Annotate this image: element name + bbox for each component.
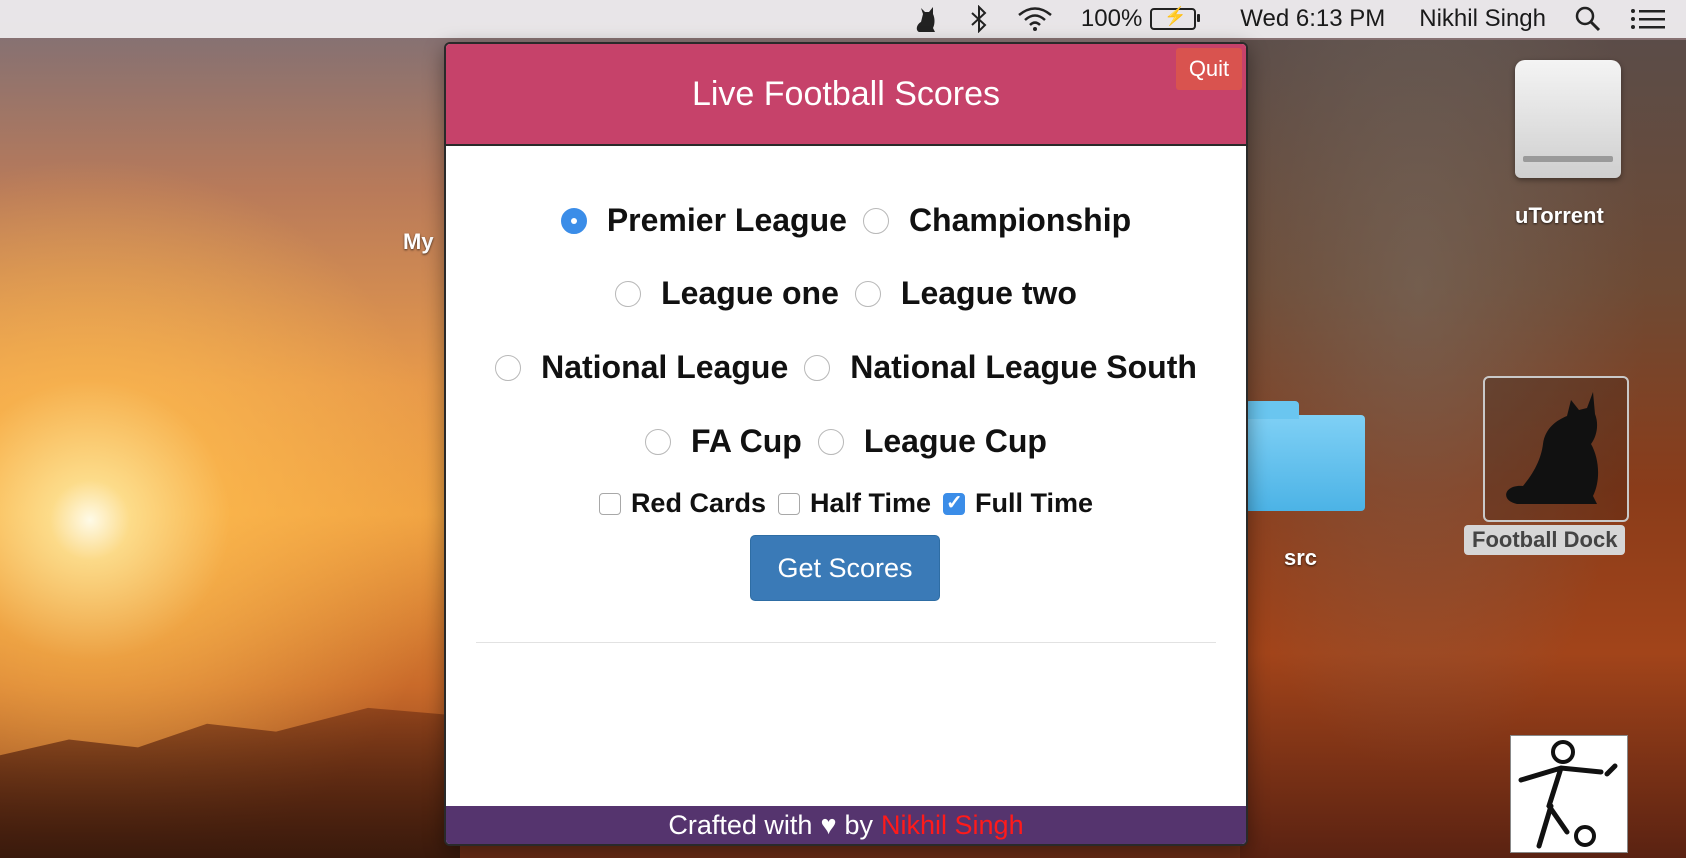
app-header: Live Football Scores Quit [446,44,1246,146]
league-row-4: FA Cup League Cup [446,423,1246,460]
league-label: Championship [908,202,1132,238]
league-option-league-one[interactable]: League one [615,275,839,312]
radio-button[interactable] [862,207,889,234]
radio-button[interactable] [560,207,587,234]
footer-prefix: Crafted with [668,809,813,840]
src-folder-label[interactable]: src [1284,545,1317,571]
user-name[interactable]: Nikhil Singh [1419,5,1546,33]
league-row-1: Premier League Championship [446,202,1246,239]
football-scores-window: Live Football Scores Quit Premier League… [444,42,1248,846]
league-option-championship[interactable]: Championship [862,202,1132,239]
cat-silhouette-icon [1506,392,1599,504]
league-option-premier-league[interactable]: Premier League [560,202,847,239]
radio-button[interactable] [817,428,844,455]
option-label: Full Time [975,488,1094,518]
league-option-national-league[interactable]: National League [495,349,788,386]
radio-button[interactable] [854,280,881,307]
battery-percent: 100% [1080,5,1143,32]
option-half-time[interactable]: Half Time [777,488,932,519]
league-label: League Cup [863,423,1047,459]
heart-icon: ♥ [820,809,837,840]
checkbox[interactable] [598,492,621,515]
checkbox[interactable] [777,492,800,515]
notification-list-icon[interactable] [1630,7,1666,31]
wallpaper-hill [0,707,460,858]
radio-button[interactable] [495,354,522,381]
league-option-national-league-south[interactable]: National League South [804,349,1197,386]
wifi-icon[interactable] [1017,6,1053,32]
utorrent-label[interactable]: uTorrent [1515,203,1604,229]
app-title: Live Football Scores [691,74,1001,113]
author-link[interactable]: Nikhil Singh [881,810,1024,841]
src-folder-icon[interactable] [1245,401,1365,511]
league-label: League two [900,275,1077,311]
bluetooth-icon[interactable] [969,5,989,33]
option-full-time[interactable]: Full Time [943,488,1093,519]
league-label: Premier League [606,202,847,238]
football-dock-icon[interactable] [1483,376,1629,522]
clock[interactable]: Wed 6:13 PM [1240,5,1385,33]
checkbox[interactable] [943,490,966,515]
option-label: Half Time [809,488,932,518]
league-label: National League [541,349,789,385]
battery-status[interactable]: 100% ⚡ [1080,5,1201,33]
league-option-fa-cup[interactable]: FA Cup [645,423,802,460]
league-label: FA Cup [691,423,802,459]
get-scores-button[interactable]: Get Scores [750,535,940,601]
league-row-3: National League National League South [446,349,1246,386]
league-option-league-cup[interactable]: League Cup [817,423,1047,460]
radio-button[interactable] [645,428,672,455]
league-label: League one [661,275,839,311]
league-label: National League South [850,349,1197,385]
spotlight-search-icon[interactable] [1574,5,1602,33]
menu-bar: 100% ⚡ Wed 6:13 PM Nikhil Singh [0,0,1686,38]
league-option-league-two[interactable]: League two [854,275,1077,312]
cat-icon[interactable] [911,4,941,34]
app-footer: Crafted with ♥ by Nikhil Singh [446,806,1246,844]
desktop-partial-label: My [403,229,434,254]
league-row-2: League one League two [446,275,1246,312]
football-player-icon[interactable] [1510,735,1628,853]
option-red-cards[interactable]: Red Cards [598,488,766,519]
footer-by: by [844,809,874,840]
football-dock-label[interactable]: Football Dock [1464,525,1626,555]
utorrent-drive-icon[interactable] [1515,60,1621,178]
radio-button[interactable] [804,354,831,381]
battery-icon: ⚡ [1150,6,1201,30]
option-label: Red Cards [630,488,766,518]
radio-button[interactable] [615,280,642,307]
divider [476,642,1216,643]
quit-button[interactable]: Quit [1176,48,1242,90]
options-row: Red Cards Half Time Full Time [446,488,1246,519]
